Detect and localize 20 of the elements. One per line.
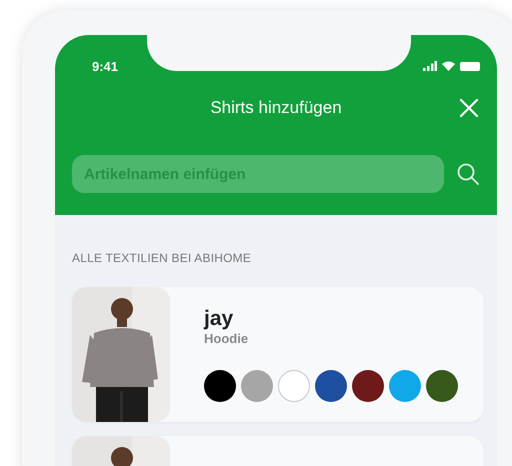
color-swatch[interactable] [315, 370, 347, 402]
search-button[interactable] [456, 162, 480, 186]
close-icon [458, 97, 480, 119]
color-swatch[interactable] [204, 370, 236, 402]
product-type: Hoodie [204, 331, 250, 346]
color-swatch[interactable] [426, 370, 458, 402]
battery-icon [460, 62, 480, 70]
signal-icon [423, 61, 437, 71]
color-swatch[interactable] [352, 370, 384, 402]
product-name: jay [204, 307, 234, 331]
color-swatch[interactable] [241, 370, 273, 402]
color-swatch[interactable] [278, 370, 310, 402]
color-swatch[interactable] [389, 370, 421, 402]
wifi-icon [442, 61, 455, 71]
search-icon [456, 162, 480, 186]
product-card[interactable]: jay Hoodie [72, 287, 484, 422]
screen-title: Shirts hinzufügen [210, 98, 342, 118]
status-time: 9:41 [92, 58, 118, 74]
close-button[interactable] [458, 97, 480, 119]
section-title: ALLE TEXTILIEN BEI ABIHOME [72, 251, 252, 265]
